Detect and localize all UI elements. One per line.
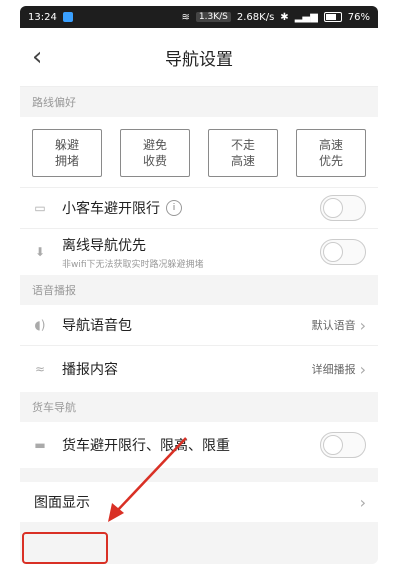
car-limit-row[interactable]: ▭ 小客车避开限行 i [20,187,378,228]
voice-pack-row[interactable]: ◖) 导航语音包 默认语音 › [20,305,378,345]
car-limit-label: 小客车避开限行 [62,201,160,217]
broadcast-row[interactable]: ≈ 播报内容 详细播报 › [20,345,378,392]
nav-header: ‹ 导航设置 [20,28,378,87]
car-limit-toggle[interactable] [320,195,366,221]
offline-nav-row[interactable]: ⬇ 离线导航优先 非wifi下无法获取实时路况躲避拥堵 [20,228,378,275]
voice-icon: ◖) [34,318,46,332]
spacer [20,468,378,482]
map-display-label: 图面显示 [34,495,90,511]
pref-avoid-congestion-button[interactable]: 躲避 拥堵 [32,129,102,177]
truck-limit-row[interactable]: ▬ 货车避开限行、限高、限重 [20,422,378,468]
car-icon: ▭ [34,201,46,215]
section-title-voice: 语音播报 [20,275,378,305]
pref-highway-first-button[interactable]: 高速 优先 [296,129,366,177]
broadcast-value: 详细播报 [311,363,356,376]
offline-nav-toggle[interactable] [320,239,366,265]
network-speed-1: 1.3K/S [195,12,231,22]
offline-download-icon: ⬇ [34,245,46,259]
voice-pack-value: 默认语音 [311,319,356,332]
broadcast-label: 播报内容 [62,362,118,378]
route-pref-group: 躲避 拥堵 避免 收费 不走 高速 高速 优先 [20,117,378,187]
app-notification-icon [62,12,73,22]
info-icon[interactable]: i [166,200,182,216]
bluetooth-icon: ✱ [280,11,289,23]
phone-screen: 13:24 ≋ 1.3K/S 2.68K/s ✱ ▂▄▆ 76% ‹ 导航设置 … [20,6,378,564]
truck-limit-toggle[interactable] [320,432,366,458]
voice-pack-label: 导航语音包 [62,318,132,334]
wifi-icon: ≋ [181,11,190,23]
truck-limit-label: 货车避开限行、限高、限重 [62,438,230,454]
broadcast-icon: ≈ [34,362,46,376]
map-display-row[interactable]: 图面显示 › [20,482,378,522]
battery-icon [323,12,342,22]
network-speed-2: 2.68K/s [236,11,275,23]
section-title-route-pref: 路线偏好 [20,87,378,117]
page-title: 导航设置 [165,49,233,70]
status-time: 13:24 [28,11,57,23]
pref-avoid-toll-button[interactable]: 避免 收费 [120,129,190,177]
highlight-box [22,532,108,564]
status-bar: 13:24 ≋ 1.3K/S 2.68K/s ✱ ▂▄▆ 76% [20,6,378,28]
offline-nav-sublabel: 非wifi下无法获取实时路况躲避拥堵 [62,259,204,270]
section-title-truck: 货车导航 [20,392,378,422]
chevron-right-icon: › [359,315,366,335]
chevron-right-icon: › [359,359,366,379]
truck-icon: ▬ [34,438,46,452]
pref-no-highway-button[interactable]: 不走 高速 [208,129,278,177]
offline-nav-label: 离线导航优先 [62,237,146,254]
battery-level: 76% [347,11,370,23]
chevron-right-icon: › [359,492,366,512]
back-chevron-icon[interactable]: ‹ [32,44,42,70]
signal-icon: ▂▄▆ [294,11,318,23]
